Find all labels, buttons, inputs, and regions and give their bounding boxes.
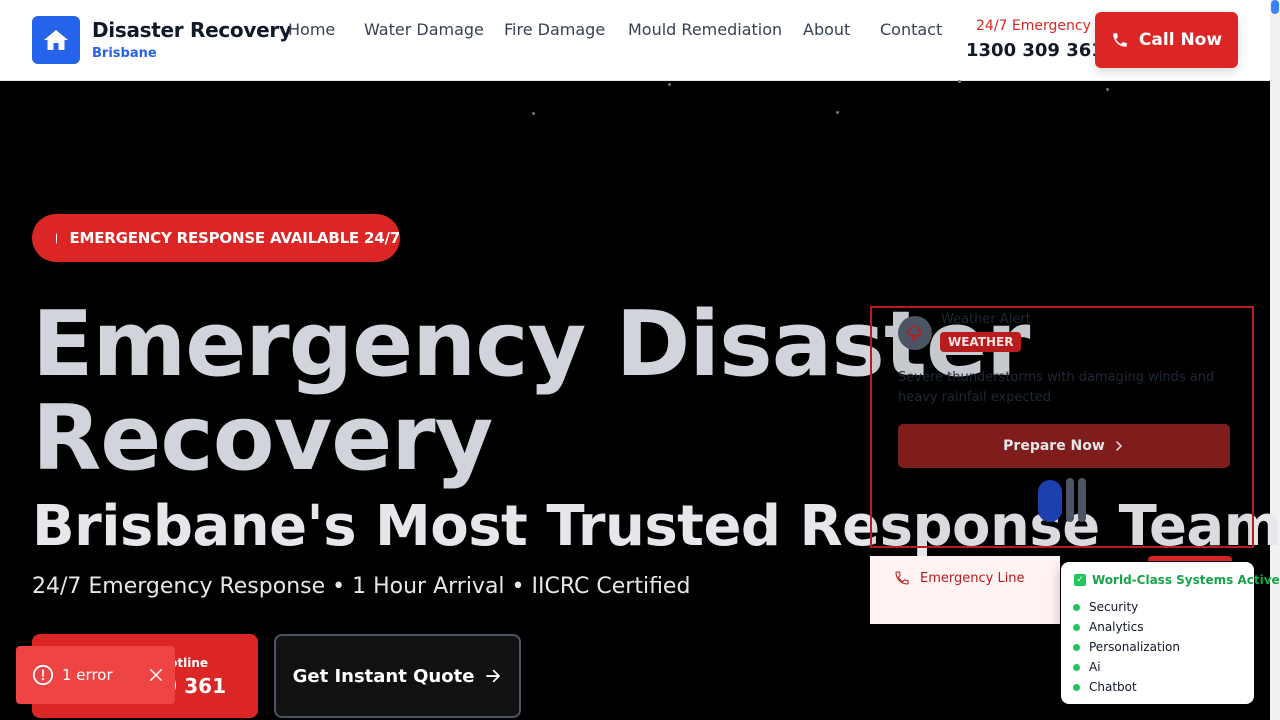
emergency-line-label: Emergency Line: [920, 570, 1025, 586]
prepare-now-label: Prepare Now: [1003, 438, 1105, 454]
weather-alert-panel: Weather Alert WEATHER Severe thunderstor…: [870, 306, 1254, 548]
systems-status-card: ✓ World-Class Systems Active Security An…: [1061, 562, 1280, 704]
systems-title: World-Class Systems Active: [1092, 573, 1280, 587]
systems-item: Chatbot: [1073, 677, 1180, 697]
brand-location: Brisbane: [92, 46, 157, 61]
error-toast[interactable]: 1 error: [16, 646, 175, 704]
background-dot: [1106, 88, 1109, 91]
loader-bar: [1066, 478, 1074, 522]
systems-list: Security Analytics Personalization Ai Ch…: [1073, 597, 1180, 697]
systems-item: Security: [1073, 597, 1180, 617]
nav-contact[interactable]: Contact: [880, 20, 942, 39]
home-icon: [44, 30, 68, 50]
error-count: 1 error: [62, 666, 113, 684]
phone-icon: [895, 571, 909, 585]
get-quote-button[interactable]: Get Instant Quote: [274, 634, 521, 718]
get-quote-label: Get Instant Quote: [292, 665, 475, 687]
systems-item-label: Personalization: [1089, 640, 1180, 654]
status-dot: [1073, 623, 1080, 631]
cloud-rain-icon: [898, 316, 932, 350]
arrow-right-icon: [486, 669, 501, 683]
systems-item-label: Ai: [1089, 660, 1101, 674]
loader-bar: [1078, 478, 1086, 522]
background-dot: [532, 112, 535, 115]
nav-water-damage[interactable]: Water Damage: [364, 20, 484, 39]
nav-fire-damage[interactable]: Fire Damage: [504, 20, 605, 39]
emergency-label: 24/7 Emergency: [976, 18, 1091, 34]
red-accent-tab: [1148, 556, 1232, 561]
status-dot: [1073, 683, 1080, 691]
background-dot: [958, 80, 961, 83]
check-icon: ✓: [1074, 574, 1086, 586]
badge-text: EMERGENCY RESPONSE AVAILABLE 24/7: [69, 229, 400, 247]
status-dot: [1073, 643, 1080, 651]
systems-item: Ai: [1073, 657, 1180, 677]
nav-mould-remediation[interactable]: Mould Remediation: [628, 20, 782, 39]
close-icon[interactable]: [147, 666, 165, 684]
weather-tag: WEATHER: [940, 332, 1022, 352]
background-dot: [668, 83, 671, 86]
systems-item: Personalization: [1073, 637, 1180, 657]
site-header: Disaster Recovery Brisbane Home Water Da…: [0, 0, 1270, 81]
loader-bar: [1038, 480, 1062, 522]
systems-item: Analytics: [1073, 617, 1180, 637]
weather-alert-title: Weather Alert: [941, 312, 1031, 327]
weather-alert-text: Severe thunderstorms with damaging winds…: [898, 370, 1215, 405]
nav-home[interactable]: Home: [288, 20, 335, 39]
background-dot: [836, 111, 839, 114]
brand-name[interactable]: Disaster Recovery: [92, 18, 292, 42]
call-now-label: Call Now: [1138, 30, 1223, 50]
systems-item-label: Chatbot: [1089, 680, 1137, 694]
call-now-button[interactable]: Call Now: [1095, 12, 1238, 68]
systems-item-label: Analytics: [1089, 620, 1144, 634]
systems-item-label: Security: [1089, 600, 1139, 614]
nav-about[interactable]: About: [803, 20, 850, 39]
hero-tagline: 24/7 Emergency Response • 1 Hour Arrival…: [32, 574, 691, 599]
scrollbar-thumb[interactable]: [1271, 0, 1279, 14]
status-dot: [1073, 603, 1080, 611]
systems-header: ✓ World-Class Systems Active: [1074, 573, 1280, 587]
emergency-badge: EMERGENCY RESPONSE AVAILABLE 24/7: [32, 214, 400, 262]
prepare-now-button[interactable]: Prepare Now: [898, 424, 1230, 468]
alert-circle-icon: [32, 664, 54, 686]
scrollbar[interactable]: [1270, 0, 1280, 720]
chevron-right-icon: [1116, 441, 1122, 451]
phone-icon: [1113, 33, 1127, 47]
emergency-line-card[interactable]: Emergency Line: [870, 556, 1060, 624]
emergency-phone[interactable]: 1300 309 361: [966, 40, 1104, 61]
status-dot: [1073, 663, 1080, 671]
pulse-dot: [56, 232, 58, 244]
logo[interactable]: [32, 16, 80, 64]
